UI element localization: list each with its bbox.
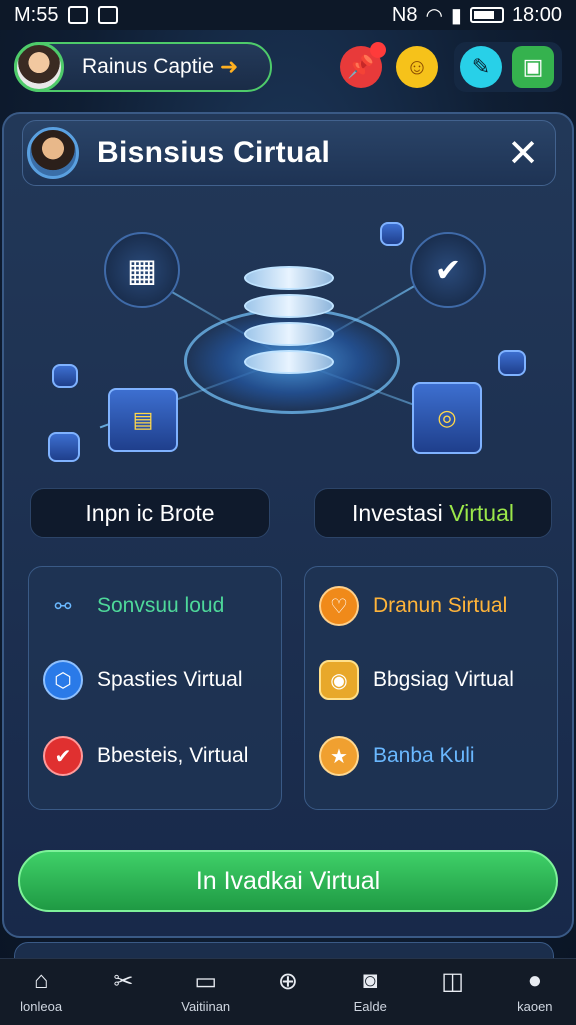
right-options-card: ♡ Dranun Sirtual ◉ Bbgsiag Virtual ★ Ban… bbox=[304, 566, 558, 810]
check-badge-icon: ✔ bbox=[43, 736, 83, 776]
shield-icon: ⬡ bbox=[43, 660, 83, 700]
hero-illustration: ▦ ✔ ▤ ◎ bbox=[18, 188, 566, 478]
chat-button[interactable]: ✎ bbox=[460, 46, 502, 88]
columns-icon: ◫ bbox=[441, 968, 464, 995]
cube-icon: ▤ bbox=[108, 388, 178, 452]
nav-item-camera[interactable]: ◙ Ealde bbox=[334, 959, 406, 1014]
star-icon: ★ bbox=[319, 736, 359, 776]
nav-item-home[interactable]: ⌂ lonleoa bbox=[5, 959, 77, 1014]
chat-actions-group: ✎ ▣ bbox=[454, 42, 562, 92]
app-notification-icon bbox=[98, 6, 119, 24]
hero-left-button[interactable]: Inpn ic Brote bbox=[30, 488, 270, 538]
list-item[interactable]: ★ Banba Kuli bbox=[319, 733, 475, 779]
investasi-label: Investasi bbox=[352, 499, 450, 526]
list-item-label: Spasties Virtual bbox=[97, 668, 243, 691]
signal-icon: ▮ bbox=[450, 4, 462, 27]
blocks-orb-icon: ▦ bbox=[104, 232, 180, 308]
primary-action-label: In Ivadkai Virtual bbox=[195, 866, 381, 895]
battery-icon bbox=[469, 7, 504, 23]
list-item-label: Banba Kuli bbox=[373, 744, 475, 767]
heart-coin-icon: ♡ bbox=[319, 586, 359, 626]
nav-item-columns[interactable]: ◫ bbox=[417, 959, 489, 999]
close-icon[interactable]: ✕ bbox=[507, 131, 539, 176]
nav-label: Ealde bbox=[353, 999, 387, 1014]
wifi-icon: ◠ bbox=[425, 4, 443, 27]
nav-label: kaoen bbox=[517, 999, 553, 1014]
list-item[interactable]: ⬡ Spasties Virtual bbox=[43, 657, 243, 703]
small-cube-icon bbox=[498, 350, 526, 376]
checkmark-orb-icon: ✔ bbox=[410, 232, 486, 308]
nav-item-tools[interactable]: ✂ bbox=[87, 959, 159, 999]
arrow-right-icon: ➜ bbox=[219, 54, 239, 79]
list-item-label: Dranun Sirtual bbox=[373, 594, 508, 617]
notification-badge bbox=[370, 42, 386, 58]
list-item-label: Bbgsiag Virtual bbox=[373, 668, 514, 691]
nav-item-profile[interactable]: ● kaoen bbox=[499, 959, 571, 1014]
status-time-right: 18:00 bbox=[511, 3, 562, 26]
investasi-virtual-button[interactable]: Investasi Virtual bbox=[314, 488, 552, 538]
list-item[interactable]: ⚯ Sonvsuu loud bbox=[43, 583, 225, 629]
alert-button[interactable]: 📌 bbox=[340, 42, 386, 88]
profile-pill[interactable]: Rainus Captie ➜ bbox=[14, 42, 272, 92]
nav-label: Vaitiinan bbox=[181, 999, 231, 1014]
profile-name: Rainus Captie bbox=[82, 55, 214, 78]
small-cube-icon bbox=[52, 364, 78, 388]
chat-bubble-icon: ✎ bbox=[471, 54, 491, 79]
emoji-button[interactable]: ☺ bbox=[396, 46, 438, 88]
notification-icon bbox=[68, 6, 89, 24]
panel-title: Bisnsius Cirtual bbox=[97, 136, 331, 169]
smiley-icon: ☺ bbox=[405, 54, 429, 79]
frame-icon: ▭ bbox=[194, 968, 218, 995]
plus-circle-icon: ⊕ bbox=[277, 968, 299, 995]
nav-item-frame[interactable]: ▭ Vaitiinan bbox=[170, 959, 242, 1014]
panel-avatar bbox=[27, 127, 79, 179]
server-stack-icon bbox=[244, 266, 334, 386]
network-indicator: N8 bbox=[391, 3, 418, 26]
top-bar: Rainus Captie ➜ 📌 ☺ ✎ ▣ bbox=[0, 36, 576, 100]
add-button[interactable]: ▣ bbox=[512, 46, 554, 88]
tools-icon: ✂ bbox=[113, 968, 134, 995]
list-item[interactable]: ✔ Bbesteis, Virtual bbox=[43, 733, 248, 779]
add-card-icon: ▣ bbox=[522, 54, 544, 79]
status-left: M:55 bbox=[14, 3, 119, 27]
tag-icon: ◉ bbox=[319, 660, 359, 700]
panel-header: Bisnsius Cirtual ✕ bbox=[22, 120, 556, 186]
camera-icon: ◙ bbox=[363, 967, 378, 994]
cube-coin-icon: ◎ bbox=[412, 382, 482, 454]
status-bar: M:55 N8 ◠ ▮ 18:00 bbox=[0, 0, 576, 30]
list-item[interactable]: ♡ Dranun Sirtual bbox=[319, 583, 507, 629]
user-icon: ● bbox=[527, 967, 543, 994]
avatar bbox=[14, 42, 64, 92]
nav-label: lonleoa bbox=[20, 999, 63, 1014]
small-cube-icon bbox=[48, 432, 80, 462]
list-item-label: Sonvsuu loud bbox=[97, 594, 225, 617]
pin-icon: 📌 bbox=[347, 54, 375, 79]
link-icon: ⚯ bbox=[54, 595, 72, 618]
primary-action-button[interactable]: In Ivadkai Virtual bbox=[18, 850, 558, 912]
list-item-label: Bbesteis, Virtual bbox=[97, 744, 249, 767]
home-icon: ⌂ bbox=[33, 967, 49, 994]
status-right: N8 ◠ ▮ 18:00 bbox=[392, 3, 562, 28]
hero-left-label: Inpn ic Brote bbox=[85, 499, 215, 526]
nav-item-add[interactable]: ⊕ bbox=[252, 959, 324, 999]
main-panel: Bisnsius Cirtual ✕ ▦ ✔ ▤ ◎ Inpn ic Brote… bbox=[2, 112, 574, 938]
small-cube-icon bbox=[380, 222, 404, 246]
left-options-card: ⚯ Sonvsuu loud ⬡ Spasties Virtual ✔ Bbes… bbox=[28, 566, 282, 810]
virtual-label: Virtual bbox=[449, 499, 514, 526]
bottom-nav: ⌂ lonleoa ✂ ▭ Vaitiinan ⊕ ◙ Ealde ◫ ● ka… bbox=[0, 958, 576, 1025]
list-item[interactable]: ◉ Bbgsiag Virtual bbox=[319, 657, 514, 703]
status-time-left: M:55 bbox=[14, 3, 59, 26]
